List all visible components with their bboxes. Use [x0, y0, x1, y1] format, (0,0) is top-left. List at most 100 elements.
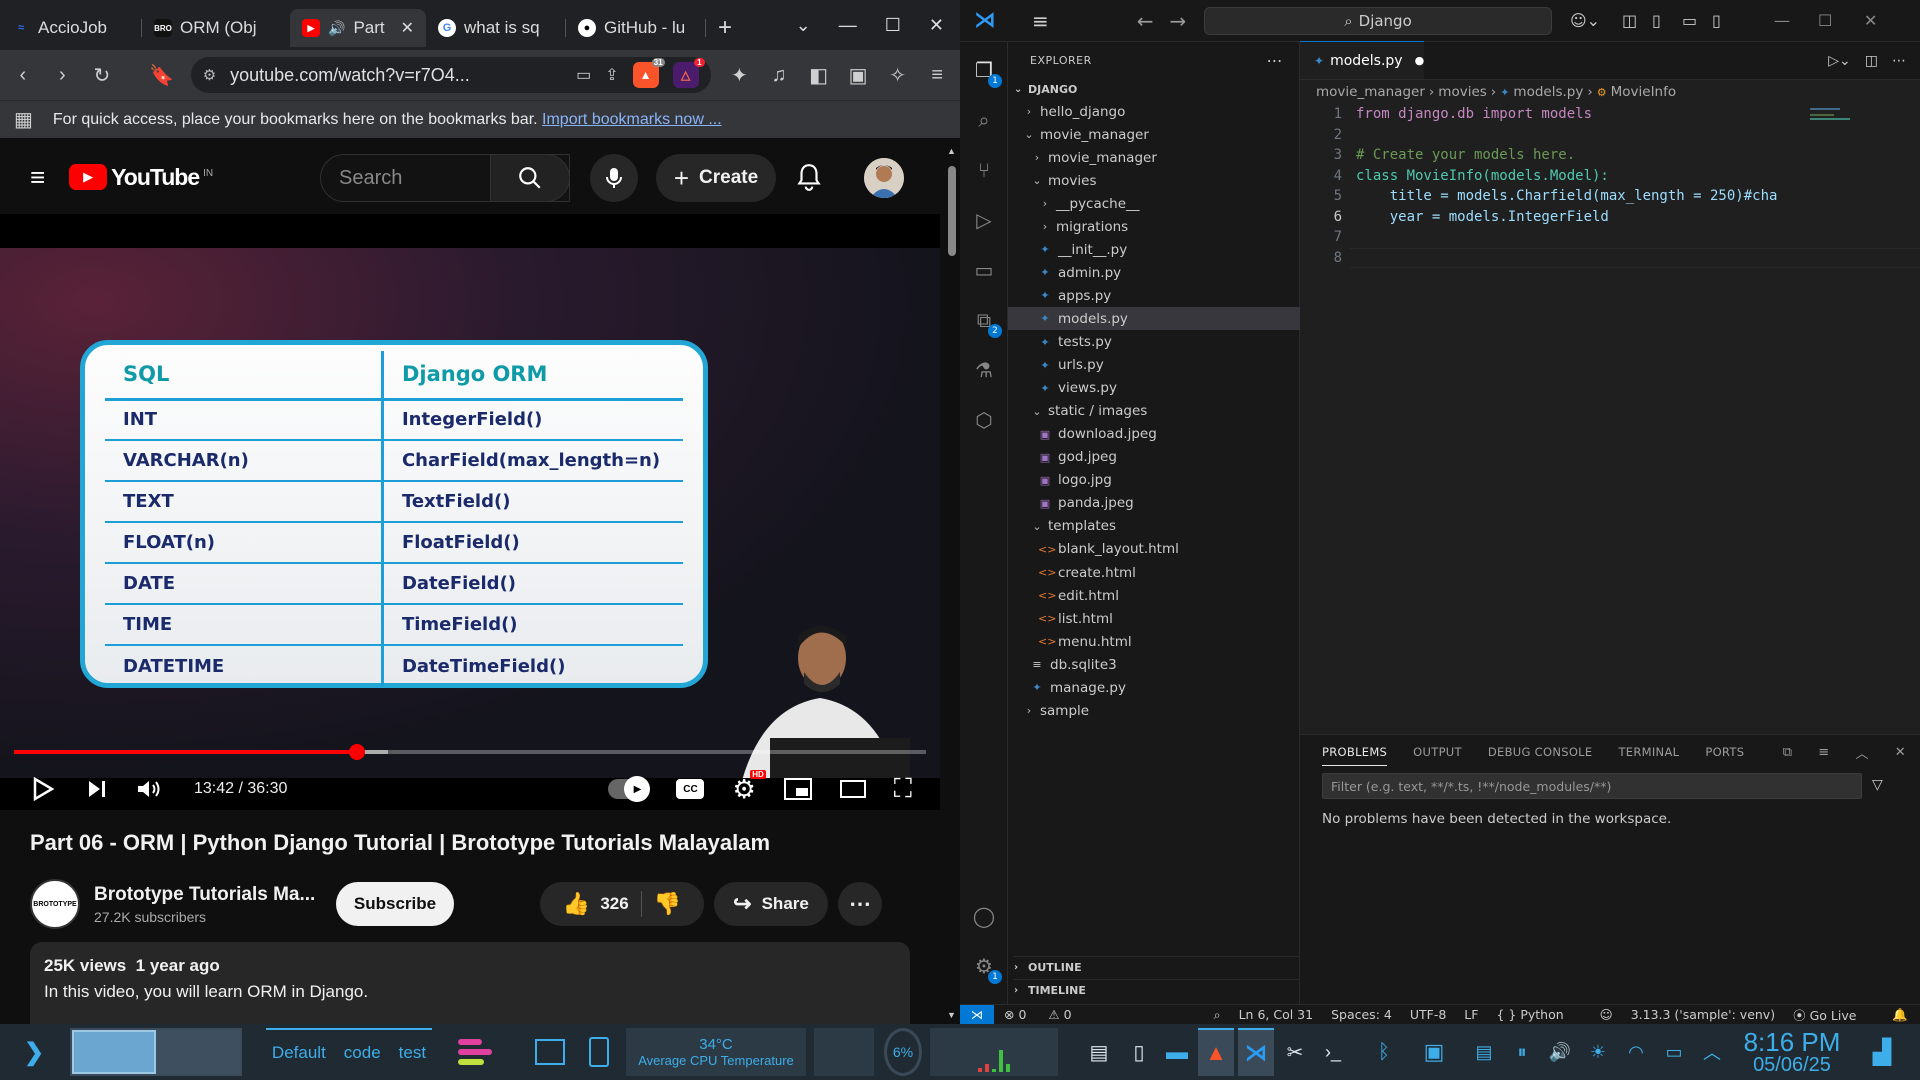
youtube-logo[interactable]: ▶ YouTube IN [69, 164, 213, 191]
go-live-button[interactable]: ⦿ Go Live [1793, 1005, 1874, 1024]
video-player[interactable]: SQL Django ORM INT IntegerField() VARCHAR… [0, 214, 940, 810]
source-control-icon[interactable]: ⑂ [970, 156, 998, 184]
wifi-icon[interactable]: ◠ [1622, 1028, 1650, 1076]
captions-icon[interactable]: CC [676, 779, 705, 799]
autoplay-toggle[interactable]: ▶ [608, 776, 651, 802]
leo-icon[interactable]: ✧ [887, 64, 909, 87]
maximize-icon[interactable]: ☐ [1818, 11, 1832, 30]
tree-file[interactable]: ✦ manage.py [1008, 676, 1300, 699]
fullscreen-icon[interactable]: ⛶ [894, 773, 912, 805]
bookmark-icon[interactable]: 🔖 [149, 64, 174, 87]
breadcrumb-item[interactable]: MovieInfo [1611, 84, 1677, 100]
explorer-more-icon[interactable]: ⋯ [1267, 51, 1284, 70]
indentation[interactable]: Spaces: 4 [1331, 1007, 1392, 1022]
tab-ports[interactable]: PORTS [1705, 745, 1744, 759]
video-progress-bar[interactable] [14, 744, 926, 760]
tree-file[interactable]: <> list.html [1008, 607, 1300, 630]
minimize-icon[interactable]: — [839, 15, 857, 36]
tree-folder[interactable]: › migrations [1008, 215, 1300, 238]
tree-file[interactable]: ▣ panda.jpeg [1008, 492, 1300, 515]
code-line[interactable]: 4 class MovieInfo(models.Model): [1300, 166, 1800, 186]
channel-name[interactable]: Brototype Tutorials Ma... [94, 884, 324, 906]
search-view-icon[interactable]: ⌕ [970, 106, 998, 134]
color-bars-widget[interactable] [458, 1028, 518, 1076]
terminal-icon[interactable]: ›_ [1316, 1028, 1350, 1076]
tab-acciojob[interactable]: ≈ AccioJob [0, 9, 142, 47]
tab-models-py[interactable]: ✦ models.py ● [1300, 41, 1424, 79]
description-box[interactable]: 25K views 1 year ago In this video, you … [30, 942, 910, 1024]
tree-file[interactable]: ✦ apps.py [1008, 284, 1300, 307]
tree-file[interactable]: ▣ download.jpeg [1008, 423, 1300, 446]
tree-folder[interactable]: › __pycache__ [1008, 192, 1300, 215]
next-button[interactable] [82, 774, 112, 804]
vscode-taskbar-icon[interactable]: ⋊ [1238, 1028, 1274, 1076]
wallet-icon[interactable]: ▣ [847, 64, 869, 87]
scrollbar-thumb[interactable] [948, 166, 956, 256]
tree-file[interactable]: ✦ admin.py [1008, 261, 1300, 284]
back-icon[interactable]: ‹ [12, 64, 34, 86]
code-line[interactable]: 2 [1300, 125, 1800, 145]
volume-tray-icon[interactable]: 🔊 [1546, 1028, 1574, 1076]
problems-status[interactable]: ⊗ 0 ⚠ 0 [1004, 1007, 1090, 1022]
code-line[interactable]: 1 from django.db import models [1300, 104, 1800, 124]
split-editor-icon[interactable]: ◫ [1865, 53, 1878, 69]
virtual-desktop-pager[interactable] [70, 1028, 242, 1076]
menu-icon[interactable]: ≡ [1032, 9, 1049, 33]
voice-search-button[interactable] [590, 154, 638, 202]
scroll-down-icon[interactable]: ▼ [947, 1010, 956, 1020]
activity-code[interactable]: code [344, 1043, 381, 1063]
minimap[interactable] [1810, 104, 1910, 134]
battery-icon[interactable]: ▭ [1660, 1028, 1688, 1076]
code-editor[interactable]: 1 from django.db import models 2 3 # Create … [1300, 104, 1920, 724]
tab-github[interactable]: ● GitHub - lu [566, 9, 706, 47]
cursor-position[interactable]: Ln 6, Col 31 [1239, 1007, 1314, 1022]
tree-file[interactable]: ✦ urls.py [1008, 354, 1300, 377]
notifications-bell-icon[interactable]: 🔔 [1892, 1007, 1908, 1023]
line-ending[interactable]: LF [1464, 1007, 1478, 1022]
clipboard-icon[interactable] [582, 1028, 616, 1076]
extensions-icon[interactable]: ⧉ 2 [970, 306, 1002, 338]
tab-orm[interactable]: BRO ORM (Obj [142, 9, 290, 47]
python-interpreter[interactable]: 3.13.3 ('sample': venv) [1631, 1007, 1775, 1022]
app-launcher[interactable]: ❯ [14, 1028, 54, 1076]
code-line[interactable]: 7 [1300, 227, 1800, 247]
tray-expand-icon[interactable]: ︿ [1698, 1028, 1726, 1076]
desktop-2-thumbnail[interactable] [156, 1030, 240, 1074]
remote-indicator-icon[interactable]: ⋊ [960, 1004, 994, 1024]
apps-grid-icon[interactable]: ▦ [14, 107, 33, 132]
more-actions-button[interactable]: ⋯ [838, 882, 882, 926]
command-center[interactable]: ⌕ Django [1204, 7, 1552, 35]
peek-desktop-icon[interactable]: ▟ [1862, 1028, 1902, 1076]
breadcrumb-item[interactable]: movie_manager [1316, 84, 1425, 100]
scrubber-handle[interactable] [348, 744, 365, 760]
activities-switcher[interactable]: Default code test [266, 1028, 432, 1076]
reload-icon[interactable]: ↻ [91, 64, 113, 87]
address-bar[interactable]: ⚙ youtube.com/watch?v=r7O4... ▭ ⇪ ▲ 31 △… [190, 57, 711, 93]
tab-search-icon[interactable]: ⌄ [796, 15, 811, 36]
create-button[interactable]: + Create [656, 154, 776, 202]
copy-icon[interactable]: ⧉ [1783, 745, 1793, 760]
code-line[interactable]: 3 # Create your models here. [1300, 145, 1800, 165]
page-scrollbar[interactable]: ▲ ▼ [944, 140, 960, 1024]
timeline-section[interactable]: › TIMELINE [1014, 979, 1300, 1001]
new-tab-button[interactable]: + [706, 9, 746, 47]
tab-output[interactable]: OUTPUT [1413, 745, 1462, 759]
tree-file[interactable]: ✦ tests.py [1008, 331, 1300, 354]
media-pause-icon[interactable]: ⏸ [1508, 1028, 1536, 1076]
nav-forward-icon[interactable]: → [1170, 9, 1187, 33]
breadcrumb-item[interactable]: models.py [1513, 84, 1583, 100]
containers-icon[interactable]: ⬡ [970, 406, 998, 434]
cast-icon[interactable]: ▭ [576, 65, 591, 85]
clipboard-tray-icon[interactable]: ▤ [1470, 1028, 1498, 1076]
tab-google[interactable]: G what is sq [426, 9, 566, 47]
tree-file[interactable]: ✦ views.py [1008, 377, 1300, 400]
tree-folder[interactable]: ⌄ templates [1008, 515, 1300, 538]
tree-file[interactable]: ✦ __init__.py [1008, 238, 1300, 261]
tree-folder[interactable]: › movie_manager [1008, 146, 1300, 169]
clock[interactable]: 8:16 PM 05/06/25 [1740, 1028, 1844, 1076]
code-line[interactable]: 5 title = models.Charfield(max_length = … [1300, 186, 1800, 206]
desktop-1-thumbnail[interactable] [72, 1030, 156, 1074]
maximize-panel-icon[interactable]: ︿ [1855, 743, 1868, 762]
view-as-list-icon[interactable]: ≡ [1818, 745, 1829, 760]
maximize-icon[interactable]: ☐ [885, 15, 901, 36]
